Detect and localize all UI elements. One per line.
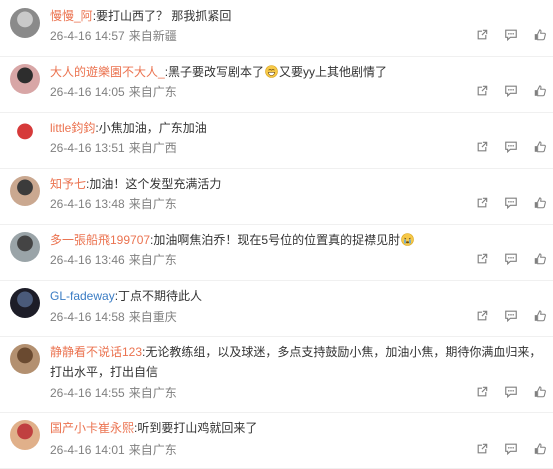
comment-body: 要打山西了？ 那我抓紧回 (96, 9, 232, 23)
comment-icon[interactable] (504, 385, 518, 399)
comment-actions (475, 196, 547, 210)
comment-body: 小焦加油，广东加油 (98, 121, 207, 135)
comment-icon[interactable] (504, 84, 518, 98)
comment-actions (475, 84, 547, 98)
timestamp: 26-4-16 14:01 (50, 443, 125, 457)
comment-item: 静静看不说话123:无论教练组，以及球迷，多点支持鼓励小焦，加油小焦，期待你满血… (0, 336, 553, 413)
comment-item: 多一張船飛199707:加油啊焦泊乔！现在5号位的位置真的捉襟见肘 26-4-16… (0, 224, 553, 281)
like-icon[interactable] (533, 309, 547, 323)
comment-actions (475, 309, 547, 323)
comment-icon[interactable] (504, 309, 518, 323)
like-icon[interactable] (533, 252, 547, 266)
avatar[interactable] (10, 64, 40, 94)
comment-text: 国产小卡崔永熙:听到要打山鸡就回来了 (50, 418, 543, 438)
comment-icon[interactable] (504, 252, 518, 266)
share-icon[interactable] (475, 28, 489, 42)
like-icon[interactable] (533, 385, 547, 399)
comment-actions (475, 442, 547, 456)
share-icon[interactable] (475, 84, 489, 98)
comment-meta: 26-4-16 14:55 来自广东 (50, 384, 177, 401)
username-link[interactable]: 慢慢_阿 (50, 9, 93, 23)
timestamp: 26-4-16 13:51 (50, 141, 125, 155)
location-source: 来自广西 (128, 141, 177, 155)
username-link[interactable]: 国产小卡崔永熙 (50, 421, 134, 435)
share-icon[interactable] (475, 140, 489, 154)
comment-body: 加油啊焦泊乔！现在5号位的位置真的捉襟见肘 (153, 233, 401, 247)
comment-actions (475, 252, 547, 266)
comment-text: 多一張船飛199707:加油啊焦泊乔！现在5号位的位置真的捉襟见肘 (50, 230, 543, 250)
username-link[interactable]: 知予七 (50, 177, 86, 191)
comment-text: GL-fadeway:丁点不期待此人 (50, 286, 543, 306)
location-source: 来自广东 (128, 85, 177, 99)
comment-body: 加油！这个发型充满活力 (89, 177, 222, 191)
like-icon[interactable] (533, 140, 547, 154)
location-source: 来自新疆 (128, 29, 177, 43)
comment-body: 黑子要改写剧本了 (168, 65, 265, 79)
share-icon[interactable] (475, 309, 489, 323)
comment-icon[interactable] (504, 140, 518, 154)
avatar[interactable] (10, 176, 40, 206)
location-source: 来自广东 (128, 197, 177, 211)
like-icon[interactable] (533, 196, 547, 210)
comment-meta: 26-4-16 13:48 来自广东 (50, 195, 177, 212)
comment-item: 知予七:加油！这个发型充满活力 26-4-16 13:48 来自广东 (0, 168, 553, 225)
comment-text: 静静看不说话123:无论教练组，以及球迷，多点支持鼓励小焦，加油小焦，期待你满血… (50, 342, 543, 382)
comment-text: 慢慢_阿:要打山西了？ 那我抓紧回 (50, 6, 543, 26)
comment-actions (475, 385, 547, 399)
share-icon[interactable] (475, 196, 489, 210)
location-source: 来自广东 (128, 253, 177, 267)
comment-meta: 26-4-16 13:46 来自广东 (50, 251, 177, 268)
comment-item: 慢慢_阿:要打山西了？ 那我抓紧回 26-4-16 14:57 来自新疆 (0, 0, 553, 57)
username-link[interactable]: 静静看不说话123 (50, 345, 142, 359)
share-icon[interactable] (475, 252, 489, 266)
comment-text: little鈞鈞:小焦加油，广东加油 (50, 118, 543, 138)
comment-item: 大人的遊樂園不大人_:黑子要改写剧本了 又要yy上其他剧情了 26-4-16 14:… (0, 56, 553, 113)
comment-icon[interactable] (504, 196, 518, 210)
comment-icon[interactable] (504, 442, 518, 456)
username-link[interactable]: 多一張船飛199707 (50, 233, 150, 247)
timestamp: 26-4-16 13:48 (50, 197, 125, 211)
avatar[interactable] (10, 120, 40, 150)
share-icon[interactable] (475, 385, 489, 399)
cry-emoji (401, 233, 414, 246)
timestamp: 26-4-16 14:55 (50, 386, 125, 400)
username-link[interactable]: 大人的遊樂園不大人_ (50, 65, 165, 79)
location-source: 来自广东 (128, 386, 177, 400)
location-source: 来自广东 (128, 443, 177, 457)
comment-meta: 26-4-16 14:57 来自新疆 (50, 27, 177, 44)
comment-item: GL-fadeway:丁点不期待此人 26-4-16 14:58 来自重庆 (0, 280, 553, 337)
username-link[interactable]: GL-fadeway (50, 289, 115, 303)
avatar[interactable] (10, 288, 40, 318)
avatar[interactable] (10, 420, 40, 450)
comment-body: 丁点不期待此人 (118, 289, 203, 303)
comment-actions (475, 140, 547, 154)
comment-body: 听到要打山鸡就回来了 (137, 421, 258, 435)
comment-text: 大人的遊樂園不大人_:黑子要改写剧本了 又要yy上其他剧情了 (50, 62, 543, 82)
comment-meta: 26-4-16 14:01 来自广东 (50, 441, 177, 458)
like-icon[interactable] (533, 28, 547, 42)
share-icon[interactable] (475, 442, 489, 456)
grin-emoji (265, 65, 278, 78)
comment-text: 知予七:加油！这个发型充满活力 (50, 174, 543, 194)
comment-body-cont: 又要yy上其他剧情了 (279, 65, 388, 79)
avatar[interactable] (10, 344, 40, 374)
comment-item: 国产小卡崔永熙:听到要打山鸡就回来了 26-4-16 14:01 来自广东 (0, 412, 553, 469)
timestamp: 26-4-16 14:05 (50, 85, 125, 99)
comment-item: little鈞鈞:小焦加油，广东加油 26-4-16 13:51 来自广西 (0, 112, 553, 169)
like-icon[interactable] (533, 84, 547, 98)
like-icon[interactable] (533, 442, 547, 456)
avatar[interactable] (10, 8, 40, 38)
username-link[interactable]: little鈞鈞 (50, 121, 95, 135)
comment-meta: 26-4-16 14:58 来自重庆 (50, 308, 177, 325)
comment-meta: 26-4-16 14:05 来自广东 (50, 83, 177, 100)
avatar[interactable] (10, 232, 40, 262)
timestamp: 26-4-16 13:46 (50, 253, 125, 267)
comment-actions (475, 28, 547, 42)
timestamp: 26-4-16 14:57 (50, 29, 125, 43)
timestamp: 26-4-16 14:58 (50, 310, 125, 324)
location-source: 来自重庆 (128, 310, 177, 324)
comment-icon[interactable] (504, 28, 518, 42)
comment-meta: 26-4-16 13:51 来自广西 (50, 139, 177, 156)
